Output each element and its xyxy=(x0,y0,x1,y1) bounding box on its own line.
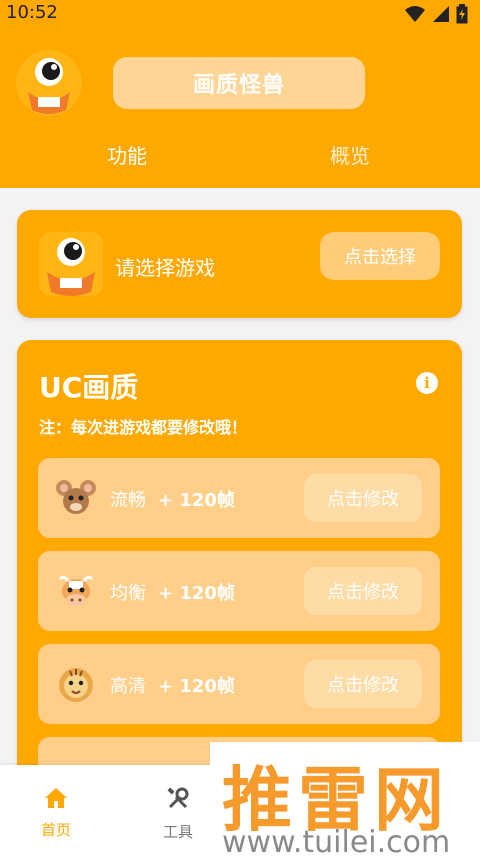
nav-tools[interactable]: 工具 xyxy=(148,787,208,842)
nav-home-label: 首页 xyxy=(40,821,71,839)
tab-features[interactable]: 功能 xyxy=(107,140,147,169)
uc-quality-card: UC画质 i 注：每次进游戏都要修改哦！ 流畅 + 120帧 点击修改 均衡 +… xyxy=(17,340,462,797)
tiger-icon xyxy=(59,668,93,702)
status-icons xyxy=(404,4,468,24)
choose-game-button-label: 点击选择 xyxy=(344,247,416,268)
status-bar: 10:52 xyxy=(0,0,480,28)
game-icon xyxy=(39,232,103,296)
choose-game-button[interactable]: 点击选择 xyxy=(320,232,440,280)
app-avatar[interactable] xyxy=(16,50,82,116)
info-icon[interactable]: i xyxy=(416,372,438,394)
quality-frames: + 120帧 xyxy=(158,583,235,604)
watermark-url: www.tuilei.com xyxy=(222,825,451,860)
tools-icon xyxy=(167,787,189,809)
quality-name: 高清 xyxy=(110,676,146,697)
signal-icon xyxy=(433,6,449,22)
modify-button-label: 点击修改 xyxy=(327,489,399,510)
app-title: 画质怪兽 xyxy=(192,73,285,98)
nav-home[interactable]: 首页 xyxy=(26,787,86,840)
quality-row-smooth: 流畅 + 120帧 点击修改 xyxy=(38,458,440,538)
quality-frames: + 120帧 xyxy=(158,676,235,697)
modify-button[interactable]: 点击修改 xyxy=(304,660,422,708)
monster-logo-icon xyxy=(16,50,82,116)
modify-button[interactable]: 点击修改 xyxy=(304,567,422,615)
quality-row-balanced: 均衡 + 120帧 点击修改 xyxy=(38,551,440,631)
quality-frames: + 120帧 xyxy=(158,490,235,511)
watermark: 推雷网 www.tuilei.com xyxy=(210,742,480,861)
tab-overview[interactable]: 概览 xyxy=(330,140,370,169)
quality-row-hd: 高清 + 120帧 点击修改 xyxy=(38,644,440,724)
game-select-card: 请选择游戏 点击选择 xyxy=(17,210,462,318)
choose-game-prompt: 请选择游戏 xyxy=(115,256,215,280)
monster-game-icon xyxy=(39,232,103,296)
uc-title: UC画质 xyxy=(39,371,139,404)
app-header: 10:52 画质怪兽 功能 概览 xyxy=(0,0,480,188)
quality-name: 均衡 xyxy=(110,583,146,604)
battery-icon xyxy=(456,4,468,24)
status-time: 10:52 xyxy=(6,2,58,23)
wifi-icon xyxy=(405,6,425,22)
modify-button[interactable]: 点击修改 xyxy=(304,474,422,522)
app-title-pill: 画质怪兽 xyxy=(113,57,365,109)
modify-button-label: 点击修改 xyxy=(327,675,399,696)
mouse-icon xyxy=(56,480,96,514)
uc-note: 注：每次进游戏都要修改哦！ xyxy=(39,418,248,437)
nav-tools-label: 工具 xyxy=(162,823,193,841)
home-icon xyxy=(45,788,67,808)
cow-icon xyxy=(58,575,94,606)
quality-name: 流畅 xyxy=(110,490,146,511)
modify-button-label: 点击修改 xyxy=(327,582,399,603)
